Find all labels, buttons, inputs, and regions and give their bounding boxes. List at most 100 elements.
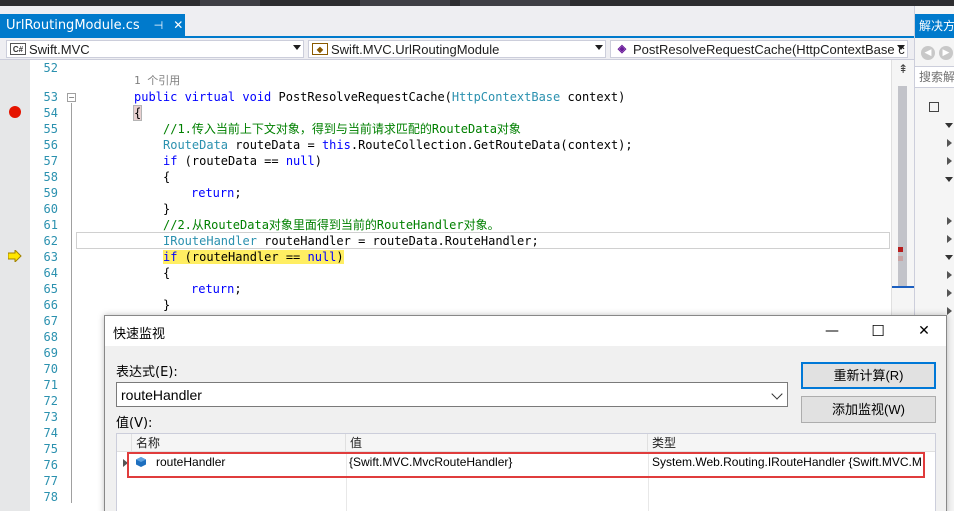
tree-item[interactable]: [947, 302, 952, 320]
line-number: 57: [43, 154, 58, 168]
code-token: ;: [234, 282, 242, 296]
column-header-type[interactable]: 类型: [648, 434, 935, 452]
value-label: 值(V):: [116, 416, 153, 431]
line-number: 58: [43, 170, 58, 184]
column-header-name[interactable]: 名称: [132, 434, 346, 452]
tree-item[interactable]: [947, 230, 952, 248]
collapsed-icon: [947, 217, 952, 225]
line-number: 70: [43, 362, 58, 376]
code-token: HttpContextBase: [451, 90, 561, 104]
expression-combobox[interactable]: [116, 382, 788, 407]
line-number: 63: [43, 250, 58, 264]
minimize-icon[interactable]: —: [810, 319, 854, 343]
code-line-64: {: [163, 266, 171, 280]
collapsed-icon: [947, 235, 952, 243]
close-icon[interactable]: ✕: [902, 319, 946, 343]
current-statement-highlight: if (routeHandler == null): [163, 250, 344, 264]
current-statement-marker: [898, 256, 903, 261]
tree-item[interactable]: [945, 248, 953, 266]
watch-grid[interactable]: 名称 值 类型 routeHandler {Swift.MVC.MvcRoute…: [116, 433, 936, 511]
code-token: .RouteCollection.GetRouteData(context);: [350, 138, 633, 152]
solution-explorer-title[interactable]: 解决方: [915, 14, 954, 38]
code-line-62: IRouteHandler routeHandler = routeData.R…: [163, 233, 539, 249]
navigation-bar: C# Swift.MVC ◆ Swift.MVC.UrlRoutingModul…: [0, 38, 914, 60]
dialog-titlebar[interactable]: 快速监视 — ☐ ✕: [105, 316, 946, 346]
back-icon[interactable]: ◀: [921, 46, 935, 60]
code-token: ): [314, 154, 322, 168]
code-token: IRouteHandler: [163, 234, 257, 248]
line-number: 55: [43, 122, 58, 136]
caret-position-marker: [892, 286, 914, 288]
collapsed-icon: [947, 307, 952, 315]
forward-icon[interactable]: ▶: [939, 46, 953, 60]
code-line-55: //1.传入当前上下文对象，得到与当前请求匹配的RouteData对象: [163, 122, 521, 136]
tree-item[interactable]: [947, 134, 952, 152]
tree-item[interactable]: [929, 98, 939, 116]
tree-item[interactable]: [945, 170, 953, 188]
recalculate-button[interactable]: 重新计算(R): [801, 362, 936, 389]
line-number: 62: [43, 234, 58, 248]
cell-type: System.Web.Routing.IRouteHandler {Swift.…: [652, 455, 922, 469]
tree-item[interactable]: [947, 152, 952, 170]
add-watch-button[interactable]: 添加监视(W): [801, 396, 936, 423]
maximize-icon[interactable]: ☐: [856, 319, 900, 343]
tree-item[interactable]: [947, 284, 952, 302]
collapse-icon[interactable]: −: [67, 93, 76, 102]
tree-item[interactable]: [945, 116, 953, 134]
close-icon[interactable]: ✕: [173, 18, 183, 32]
code-token: return: [191, 186, 235, 200]
grid-header: 名称 值 类型: [117, 434, 935, 452]
expression-label: 表达式(E):: [116, 365, 178, 380]
code-line-53: public virtual void PostResolveRequestCa…: [134, 89, 625, 105]
code-token: PostResolveRequestCache(: [278, 90, 452, 104]
code-line-63: if (routeHandler == null): [163, 249, 344, 265]
breakpoint-icon[interactable]: [9, 106, 21, 118]
code-line-65: return;: [191, 281, 242, 297]
code-line-59: return;: [191, 185, 242, 201]
code-token: context): [560, 90, 626, 104]
column-divider: [648, 452, 649, 511]
code-line-57: if (routeData == null): [163, 153, 322, 169]
class-dropdown-label: Swift.MVC.UrlRoutingModule: [331, 41, 500, 57]
code-token: if: [163, 250, 178, 264]
line-number: 59: [43, 186, 58, 200]
chevron-down-icon: [897, 45, 905, 50]
code-token: return: [191, 282, 235, 296]
line-number: 66: [43, 298, 58, 312]
solution-explorer-search[interactable]: 搜索解: [915, 66, 954, 88]
code-line-66: }: [163, 298, 171, 312]
class-dropdown[interactable]: ◆ Swift.MVC.UrlRoutingModule: [308, 40, 606, 58]
chevron-down-icon[interactable]: [771, 388, 783, 400]
chevron-down-icon: [293, 45, 301, 50]
document-tab[interactable]: UrlRoutingModule.cs ⊣ ✕: [0, 14, 185, 36]
code-line-60: }: [163, 202, 171, 216]
outline-guide: [71, 103, 72, 503]
object-icon: [136, 457, 146, 467]
line-number: 73: [43, 410, 58, 424]
column-header-value[interactable]: 值: [346, 434, 648, 452]
tree-item[interactable]: [947, 212, 952, 230]
line-number: 67: [43, 314, 58, 328]
indicator-margin[interactable]: [0, 60, 30, 511]
member-dropdown[interactable]: ◈ PostResolveRequestCache(HttpContextBas…: [610, 40, 908, 58]
codelens-reference-count[interactable]: 1 个引用: [134, 73, 180, 89]
code-token: (routeHandler ==: [177, 250, 308, 264]
table-row[interactable]: routeHandler {Swift.MVC.MvcRouteHandler}…: [117, 453, 935, 472]
cell-value[interactable]: {Swift.MVC.MvcRouteHandler}: [349, 453, 647, 471]
grid-header-spacer: [117, 434, 132, 452]
quickwatch-dialog: 快速监视 — ☐ ✕ 表达式(E): 重新计算(R) 添加监视(W) 值(V):…: [104, 315, 947, 511]
project-dropdown[interactable]: C# Swift.MVC: [6, 40, 304, 58]
expression-input[interactable]: [121, 385, 761, 404]
code-token: this: [321, 138, 351, 152]
split-editor-icon[interactable]: ⇞: [896, 62, 910, 76]
tree-item[interactable]: [947, 266, 952, 284]
pin-icon[interactable]: ⊣: [154, 19, 164, 32]
expand-icon[interactable]: [123, 459, 128, 467]
line-number: 78: [43, 490, 58, 504]
member-dropdown-label: PostResolveRequestCache(HttpContextBase …: [633, 41, 905, 57]
execution-arrow-icon: [8, 250, 22, 262]
line-number: 60: [43, 202, 58, 216]
code-line-56: RouteData routeData = this.RouteCollecti…: [163, 137, 633, 153]
line-number: 77: [43, 474, 58, 488]
line-number: 65: [43, 282, 58, 296]
